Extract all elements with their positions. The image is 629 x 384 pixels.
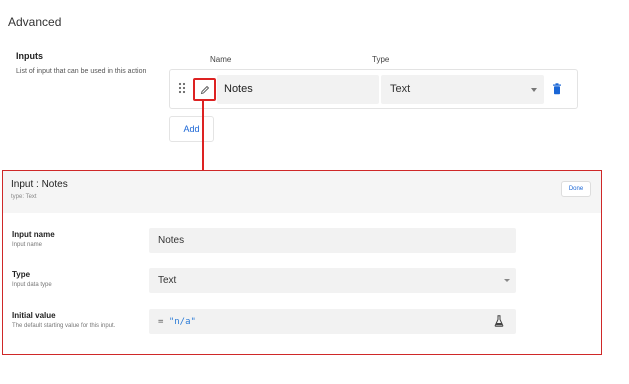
input-name-field[interactable]: Notes xyxy=(149,228,516,253)
input-detail-panel: Input : Notes type: Text Done Input name… xyxy=(2,170,602,355)
input-row: Notes Text xyxy=(169,69,578,109)
input-type-select[interactable]: Text xyxy=(381,75,544,104)
type-value: Text xyxy=(158,275,177,286)
input-name-help: Input name xyxy=(12,242,43,248)
initial-value-field[interactable]: = "n/a" xyxy=(149,309,516,334)
section-title: Advanced xyxy=(8,15,62,29)
column-header-type: Type xyxy=(372,55,390,64)
input-name-label: Input name xyxy=(12,230,55,239)
initial-value-label: Initial value xyxy=(12,311,56,320)
initial-value-help: The default starting value for this inpu… xyxy=(12,323,116,329)
delete-input-button[interactable] xyxy=(552,82,564,96)
add-input-button[interactable]: Add xyxy=(169,116,214,142)
type-label: Type xyxy=(12,270,31,279)
expression-prefix: = xyxy=(158,317,164,327)
inputs-description: List of input that can be used in this a… xyxy=(16,68,147,75)
input-name-value: Notes xyxy=(158,235,185,246)
chevron-down-icon xyxy=(531,88,537,92)
panel-subtitle: type: Text xyxy=(11,194,37,200)
drag-handle-icon[interactable] xyxy=(178,82,188,96)
inputs-label: Inputs xyxy=(16,51,43,61)
highlight-connector xyxy=(202,99,204,171)
type-help: Input data type xyxy=(12,282,52,288)
input-name-value: Notes xyxy=(224,83,253,95)
panel-header: Input : Notes type: Text Done xyxy=(3,171,601,213)
panel-title: Input : Notes xyxy=(11,179,68,190)
flask-icon[interactable] xyxy=(494,315,504,327)
initial-value-expression: = "n/a" xyxy=(158,317,196,327)
done-button[interactable]: Done xyxy=(561,181,591,197)
trash-icon xyxy=(553,83,561,95)
initial-value-string: "n/a" xyxy=(168,317,196,327)
column-header-name: Name xyxy=(210,55,232,64)
type-select[interactable]: Text xyxy=(149,268,516,293)
pencil-icon xyxy=(200,85,209,94)
input-type-value: Text xyxy=(390,83,411,95)
chevron-down-icon xyxy=(504,279,510,282)
input-name-field[interactable]: Notes xyxy=(217,75,379,104)
edit-input-button[interactable] xyxy=(193,78,216,101)
